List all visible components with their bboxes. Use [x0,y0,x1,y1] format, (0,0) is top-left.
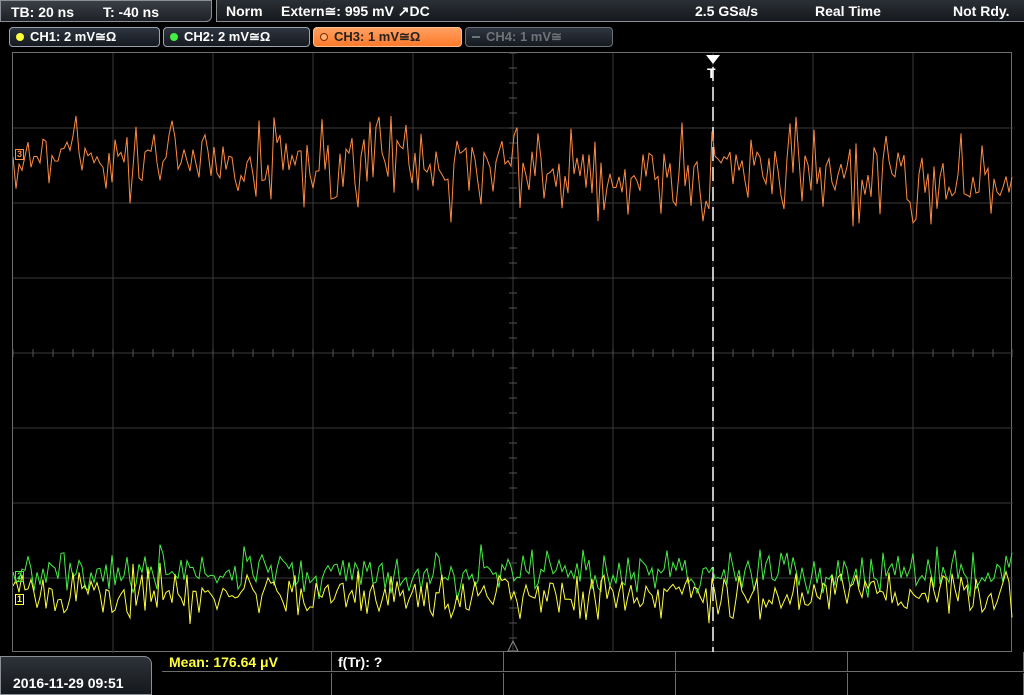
measurement-cell-empty [848,652,1024,672]
top-status-bar: TB: 20 ns T: -40 ns Norm Extern≅: 995 mV… [0,0,1024,24]
trigger-mode: Norm [226,3,263,19]
measurement-cell-empty [676,673,848,695]
ch1-dot-icon [16,33,24,41]
measurement-cell-empty [332,673,504,695]
ch3-dot-icon [320,33,328,41]
datetime-box: 2016-11-29 09:51 [0,656,152,695]
ch2-level-marker[interactable]: 2 [15,571,25,582]
ch1-label: CH1: 2 mV≅Ω [30,29,117,44]
ch3-label: CH3: 1 mV≅Ω [334,29,421,44]
channel-tab-ch4[interactable]: CH4: 1 mV≅ [465,27,613,47]
ch1-level-marker[interactable]: 1 [15,594,25,605]
frequency-measurement: f(Tr): ? [338,654,383,670]
trigger-status-bar[interactable]: Norm Extern≅: 995 mV ↗DC 2.5 GSa/s Real … [216,0,1024,22]
sample-rate: 2.5 GSa/s [695,3,759,19]
channel-tab-ch3[interactable]: CH3: 1 mV≅Ω [313,27,462,47]
channel-tab-ch2[interactable]: CH2: 2 mV≅Ω [163,27,310,47]
trigger-arrow-icon [706,55,720,64]
measurement-cell-ftr[interactable]: f(Tr): ? [332,652,504,672]
waveform-display[interactable]: 3 2 1 T [12,52,1013,653]
ch2-label: CH2: 2 mV≅Ω [184,29,271,44]
trigger-source: Extern≅: 995 mV ↗DC [281,3,430,19]
timebase-box[interactable]: TB: 20 ns T: -40 ns [0,0,212,22]
ch3-level-marker[interactable]: 3 [15,149,25,160]
measurement-cell-empty [676,652,848,672]
measurement-cell-empty [504,652,676,672]
timebase-label: TB: 20 ns [11,4,75,20]
measurement-cell-empty [162,673,332,695]
trigger-time-label: T: -40 ns [103,4,160,20]
ch4-label: CH4: 1 mV≅ [486,29,562,44]
ch4-off-icon [472,36,480,38]
measurement-cell-empty [504,673,676,695]
mean-measurement: Mean: 176.64 μV [169,654,278,670]
acquisition-mode: Real Time [815,3,881,19]
channel-tab-ch1[interactable]: CH1: 2 mV≅Ω [9,27,160,47]
trigger-state: Not Rdy. [953,3,1010,19]
waveform-canvas [13,53,1013,653]
ch2-dot-icon [170,33,178,41]
datetime: 2016-11-29 09:51 [13,675,124,691]
measurement-cell-mean[interactable]: Mean: 176.64 μV [162,652,332,672]
measurement-panel: Mean: 176.64 μV f(Tr): ? [162,652,1024,695]
measurement-cell-empty [848,673,1024,695]
trigger-position-label[interactable]: T [707,65,716,81]
